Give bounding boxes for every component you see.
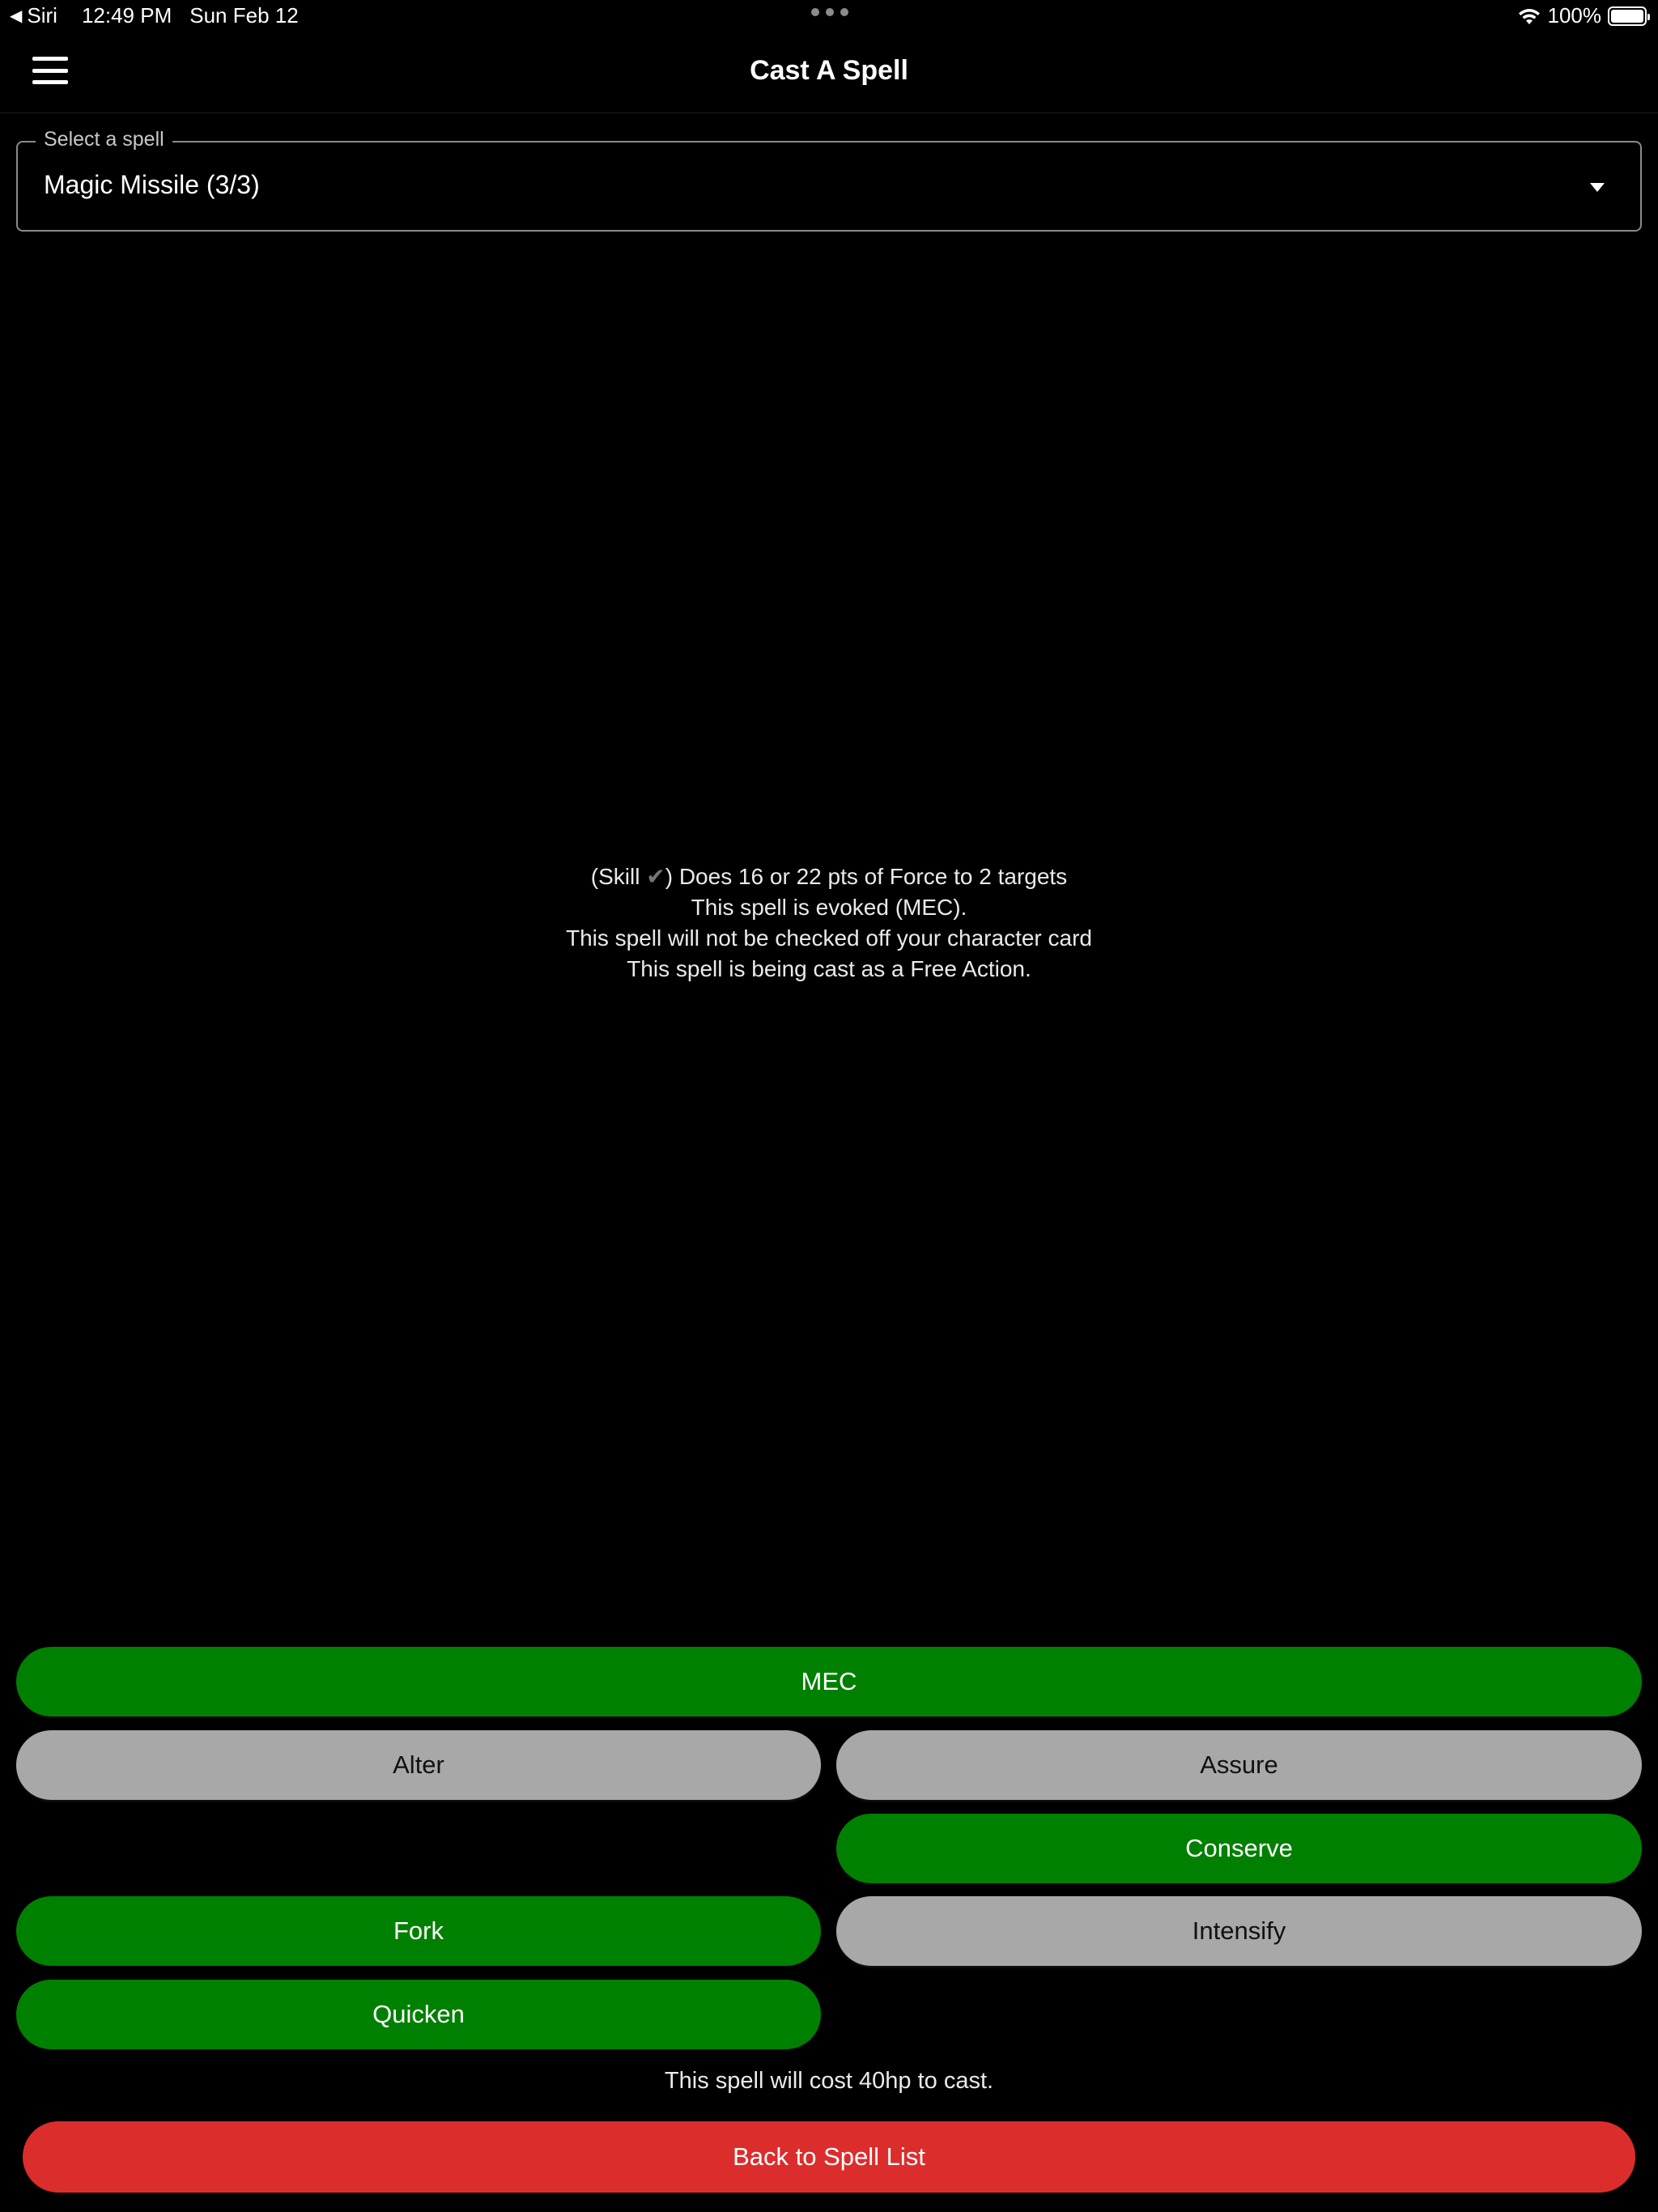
spell-cost-text: This spell will cost 40hp to cast. xyxy=(664,2068,994,2094)
multitasking-dots-icon[interactable] xyxy=(811,8,848,16)
status-time: 12:49 PM xyxy=(81,3,172,28)
conserve-toggle-button[interactable]: Conserve xyxy=(836,1814,1642,1883)
back-to-app-icon[interactable]: ◀ xyxy=(10,6,22,26)
skill-prefix: (Skill xyxy=(590,864,647,889)
mec-toggle-button[interactable]: MEC xyxy=(16,1647,1642,1716)
battery-icon xyxy=(1608,6,1650,26)
wifi-icon xyxy=(1518,8,1540,24)
spell-description: (Skill ✔) Does 16 or 22 pts of Force to … xyxy=(0,861,1658,985)
spell-action-line: This spell is being cast as a Free Actio… xyxy=(627,956,1031,981)
spell-select-label: Select a spell xyxy=(36,128,172,151)
check-icon: ✔ xyxy=(646,864,665,889)
alter-toggle-button[interactable]: Alter xyxy=(16,1730,821,1800)
back-to-spell-list-button[interactable]: Back to Spell List xyxy=(23,2121,1635,2193)
spell-select[interactable]: Select a spell Magic Missile (3/3) xyxy=(16,128,1642,232)
status-date: Sun Feb 12 xyxy=(189,3,299,28)
effect-text: ) Does 16 or 22 pts of Force to 2 target… xyxy=(665,864,1068,889)
battery-percent: 100% xyxy=(1547,3,1602,28)
back-to-app-label[interactable]: Siri xyxy=(27,3,57,28)
spell-evoked-line: This spell is evoked (MEC). xyxy=(691,895,967,920)
caret-down-icon xyxy=(1590,183,1605,192)
top-nav-bar: Cast A Spell xyxy=(0,32,1658,113)
fork-toggle-button[interactable]: Fork xyxy=(16,1896,821,1966)
intensify-toggle-button[interactable]: Intensify xyxy=(836,1896,1642,1966)
page-title: Cast A Spell xyxy=(750,55,908,86)
status-bar: ◀ Siri 12:49 PM Sun Feb 12 100% xyxy=(0,0,1658,32)
spell-checkoff-line: This spell will not be checked off your … xyxy=(565,925,1092,951)
assure-toggle-button[interactable]: Assure xyxy=(836,1730,1642,1800)
spell-select-value: Magic Missile (3/3) xyxy=(44,170,260,199)
status-bar-right: 100% xyxy=(1517,3,1650,28)
spell-effect-line: (Skill ✔) Does 16 or 22 pts of Force to … xyxy=(0,861,1658,892)
status-bar-left: ◀ Siri 12:49 PM Sun Feb 12 xyxy=(10,3,299,28)
quicken-toggle-button[interactable]: Quicken xyxy=(16,1980,821,2049)
